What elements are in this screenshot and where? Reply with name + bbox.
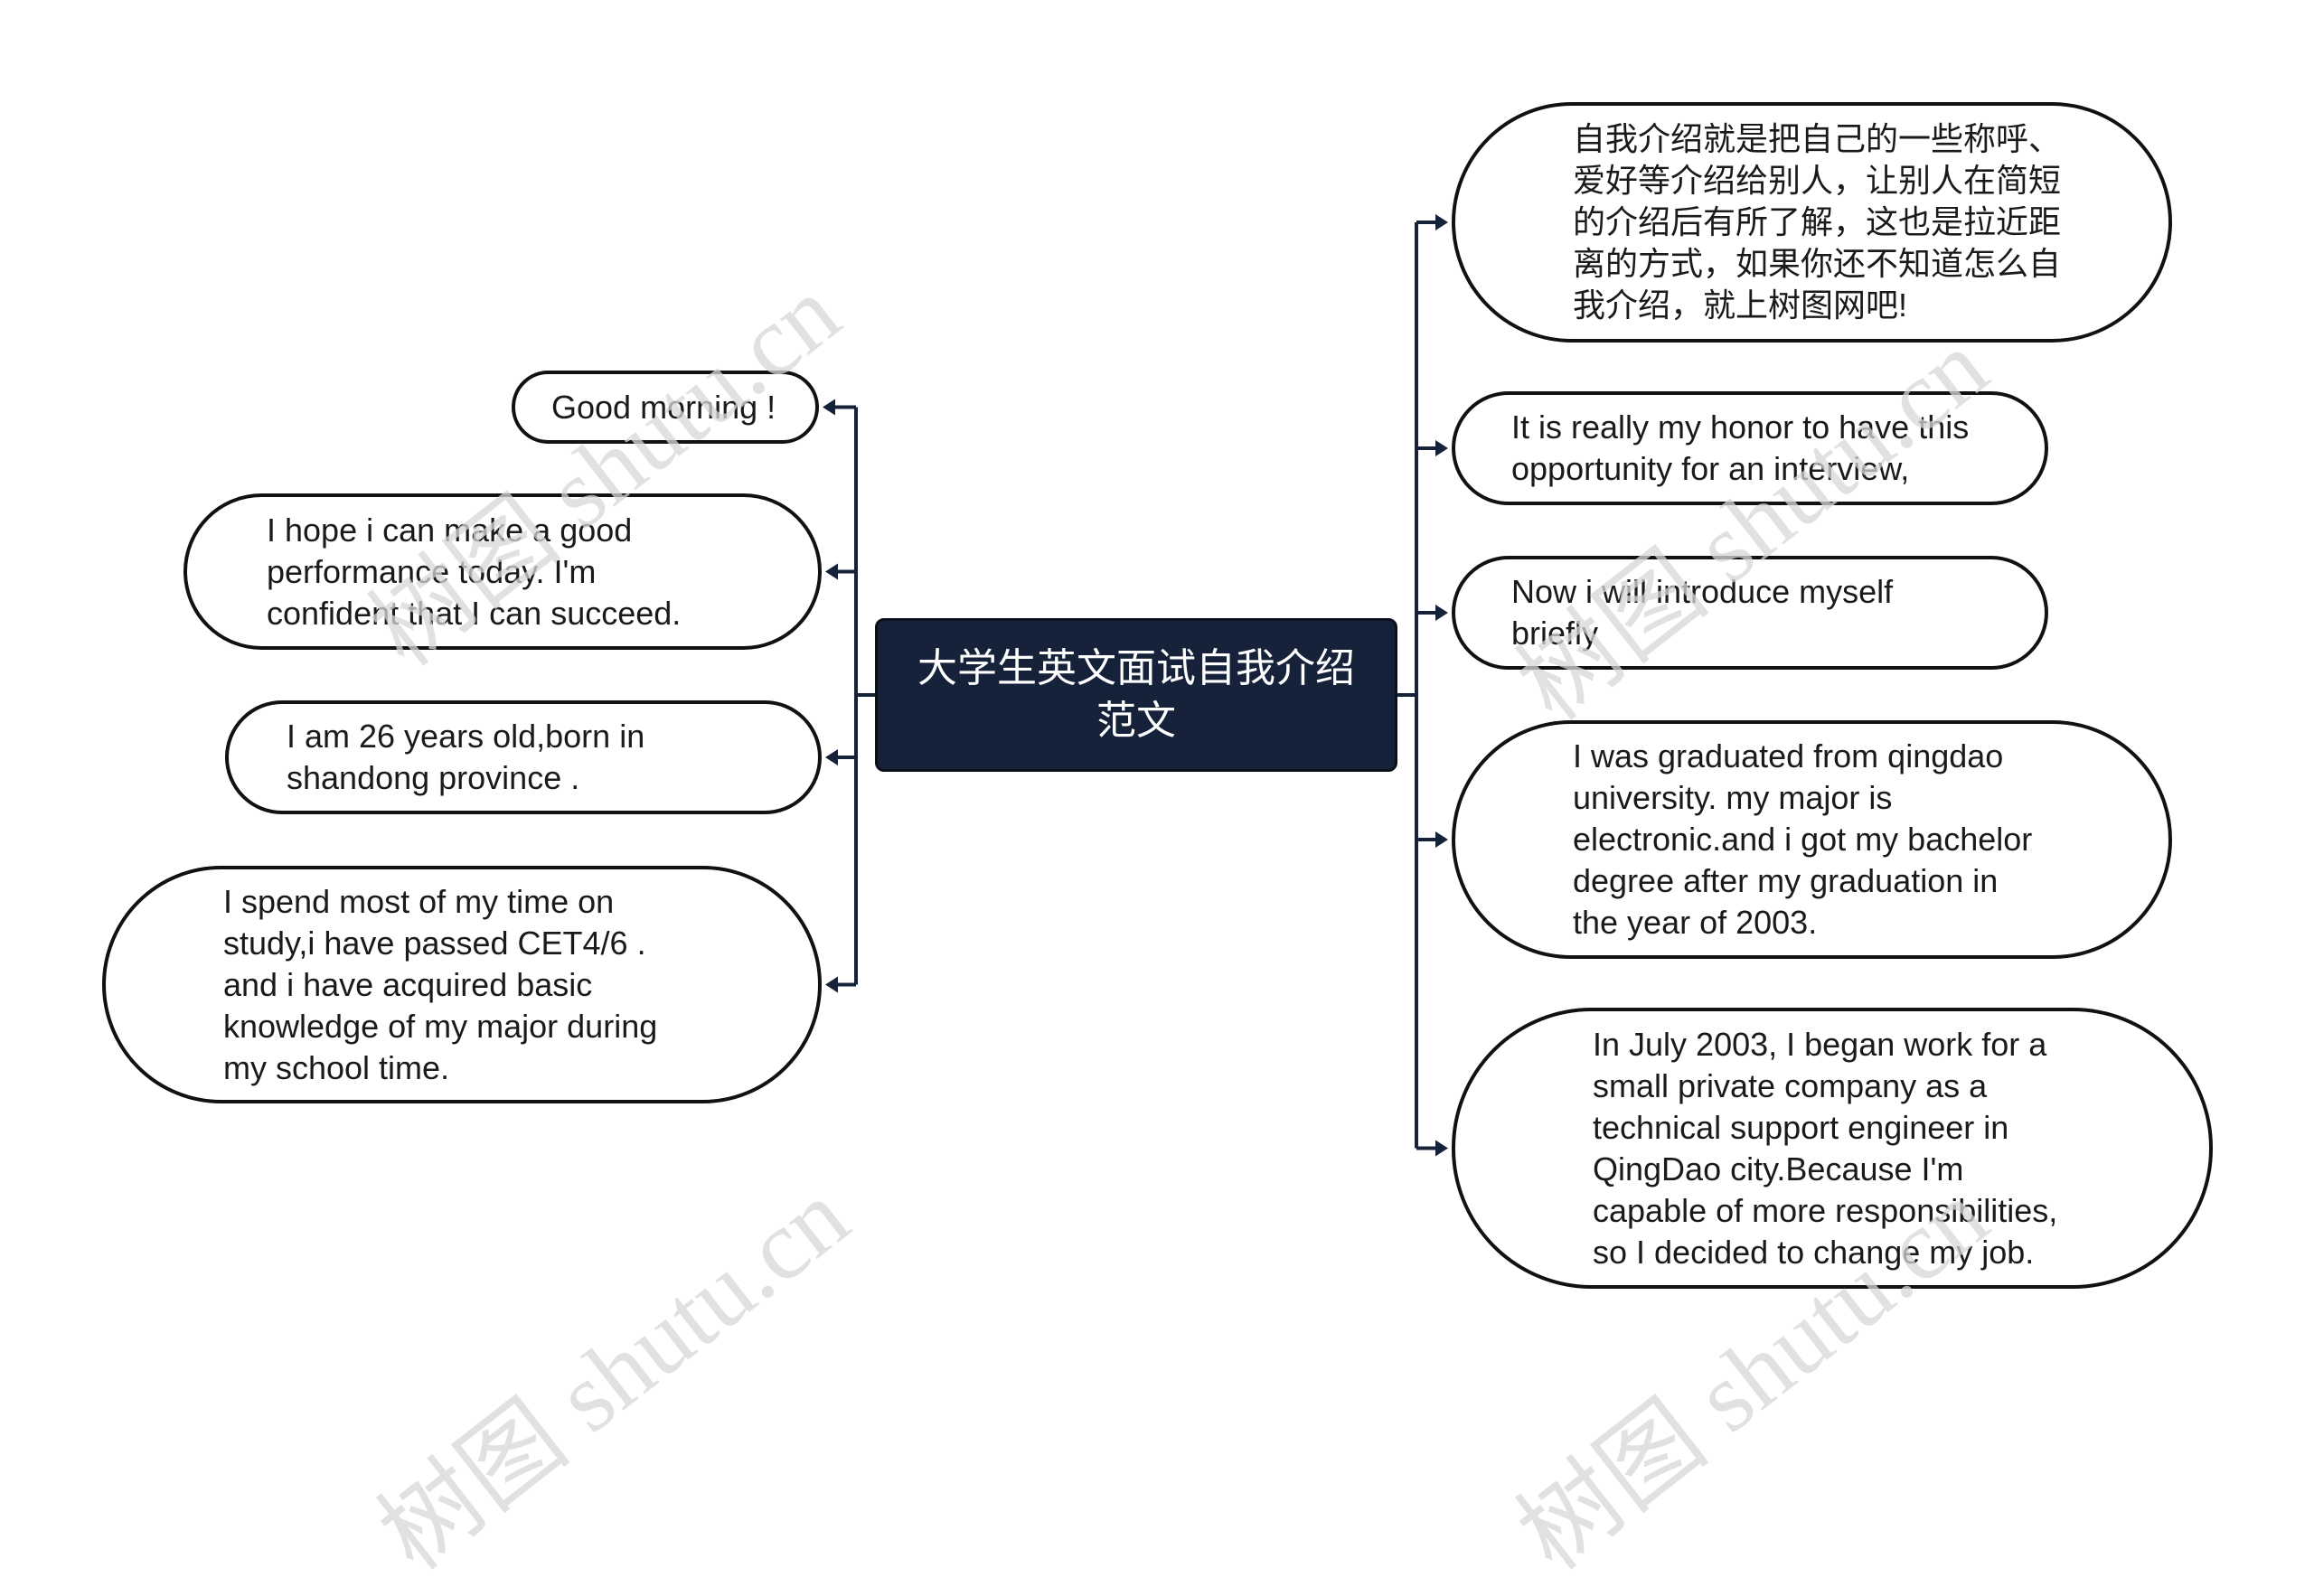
branch-node-text: Now i will introduce myself briefly <box>1511 573 1894 652</box>
branch-node-text: I hope i can make a good performance tod… <box>267 511 682 632</box>
branch-node-text: Good morning ! <box>551 388 776 426</box>
arrowhead-icon <box>825 563 838 580</box>
branch-node-text: 自我介绍就是把自己的一些称呼、 爱好等介绍给别人，让别人在简短 的介绍后有所了解… <box>1573 120 2062 324</box>
central-topic-label: 大学生英文面试自我介绍范文 <box>917 646 1355 743</box>
branch-node-introduce-myself[interactable]: Now i will introduce myself briefly <box>1452 556 2048 670</box>
branch-node-work-experience[interactable]: In July 2003, I began work for a small p… <box>1452 1008 2213 1289</box>
arrowhead-icon <box>1435 440 1448 456</box>
branch-node-age-birthplace[interactable]: I am 26 years old,born in shandong provi… <box>225 700 822 814</box>
branch-node-text: I was graduated from qingdao university.… <box>1573 737 2033 941</box>
branch-node-performance[interactable]: I hope i can make a good performance tod… <box>183 493 822 650</box>
branch-node-intro-description[interactable]: 自我介绍就是把自己的一些称呼、 爱好等介绍给别人，让别人在简短 的介绍后有所了解… <box>1452 102 2172 343</box>
arrowhead-icon <box>823 399 835 416</box>
branch-node-text: It is really my honor to have this oppor… <box>1511 408 1970 487</box>
branch-node-study[interactable]: I spend most of my time on study,i have … <box>102 866 822 1103</box>
branch-node-text: I spend most of my time on study,i have … <box>223 882 658 1086</box>
arrowhead-icon <box>1435 214 1448 230</box>
arrowhead-icon <box>825 976 838 993</box>
branch-node-text: In July 2003, I began work for a small p… <box>1593 1025 2058 1271</box>
branch-node-text: I am 26 years old,born in shandong provi… <box>287 718 645 796</box>
arrowhead-icon <box>1435 605 1448 621</box>
mind-map-canvas: 大学生英文面试自我介绍范文 Good morning ! I hope i ca… <box>0 0 2314 1591</box>
arrowhead-icon <box>1435 831 1448 848</box>
branch-node-good-morning[interactable]: Good morning ! <box>512 371 819 444</box>
branch-node-honor[interactable]: It is really my honor to have this oppor… <box>1452 391 2048 505</box>
central-topic-node[interactable]: 大学生英文面试自我介绍范文 <box>875 618 1397 772</box>
arrowhead-icon <box>825 749 838 765</box>
arrowhead-icon <box>1435 1140 1448 1157</box>
branch-node-graduation[interactable]: I was graduated from qingdao university.… <box>1452 720 2172 959</box>
